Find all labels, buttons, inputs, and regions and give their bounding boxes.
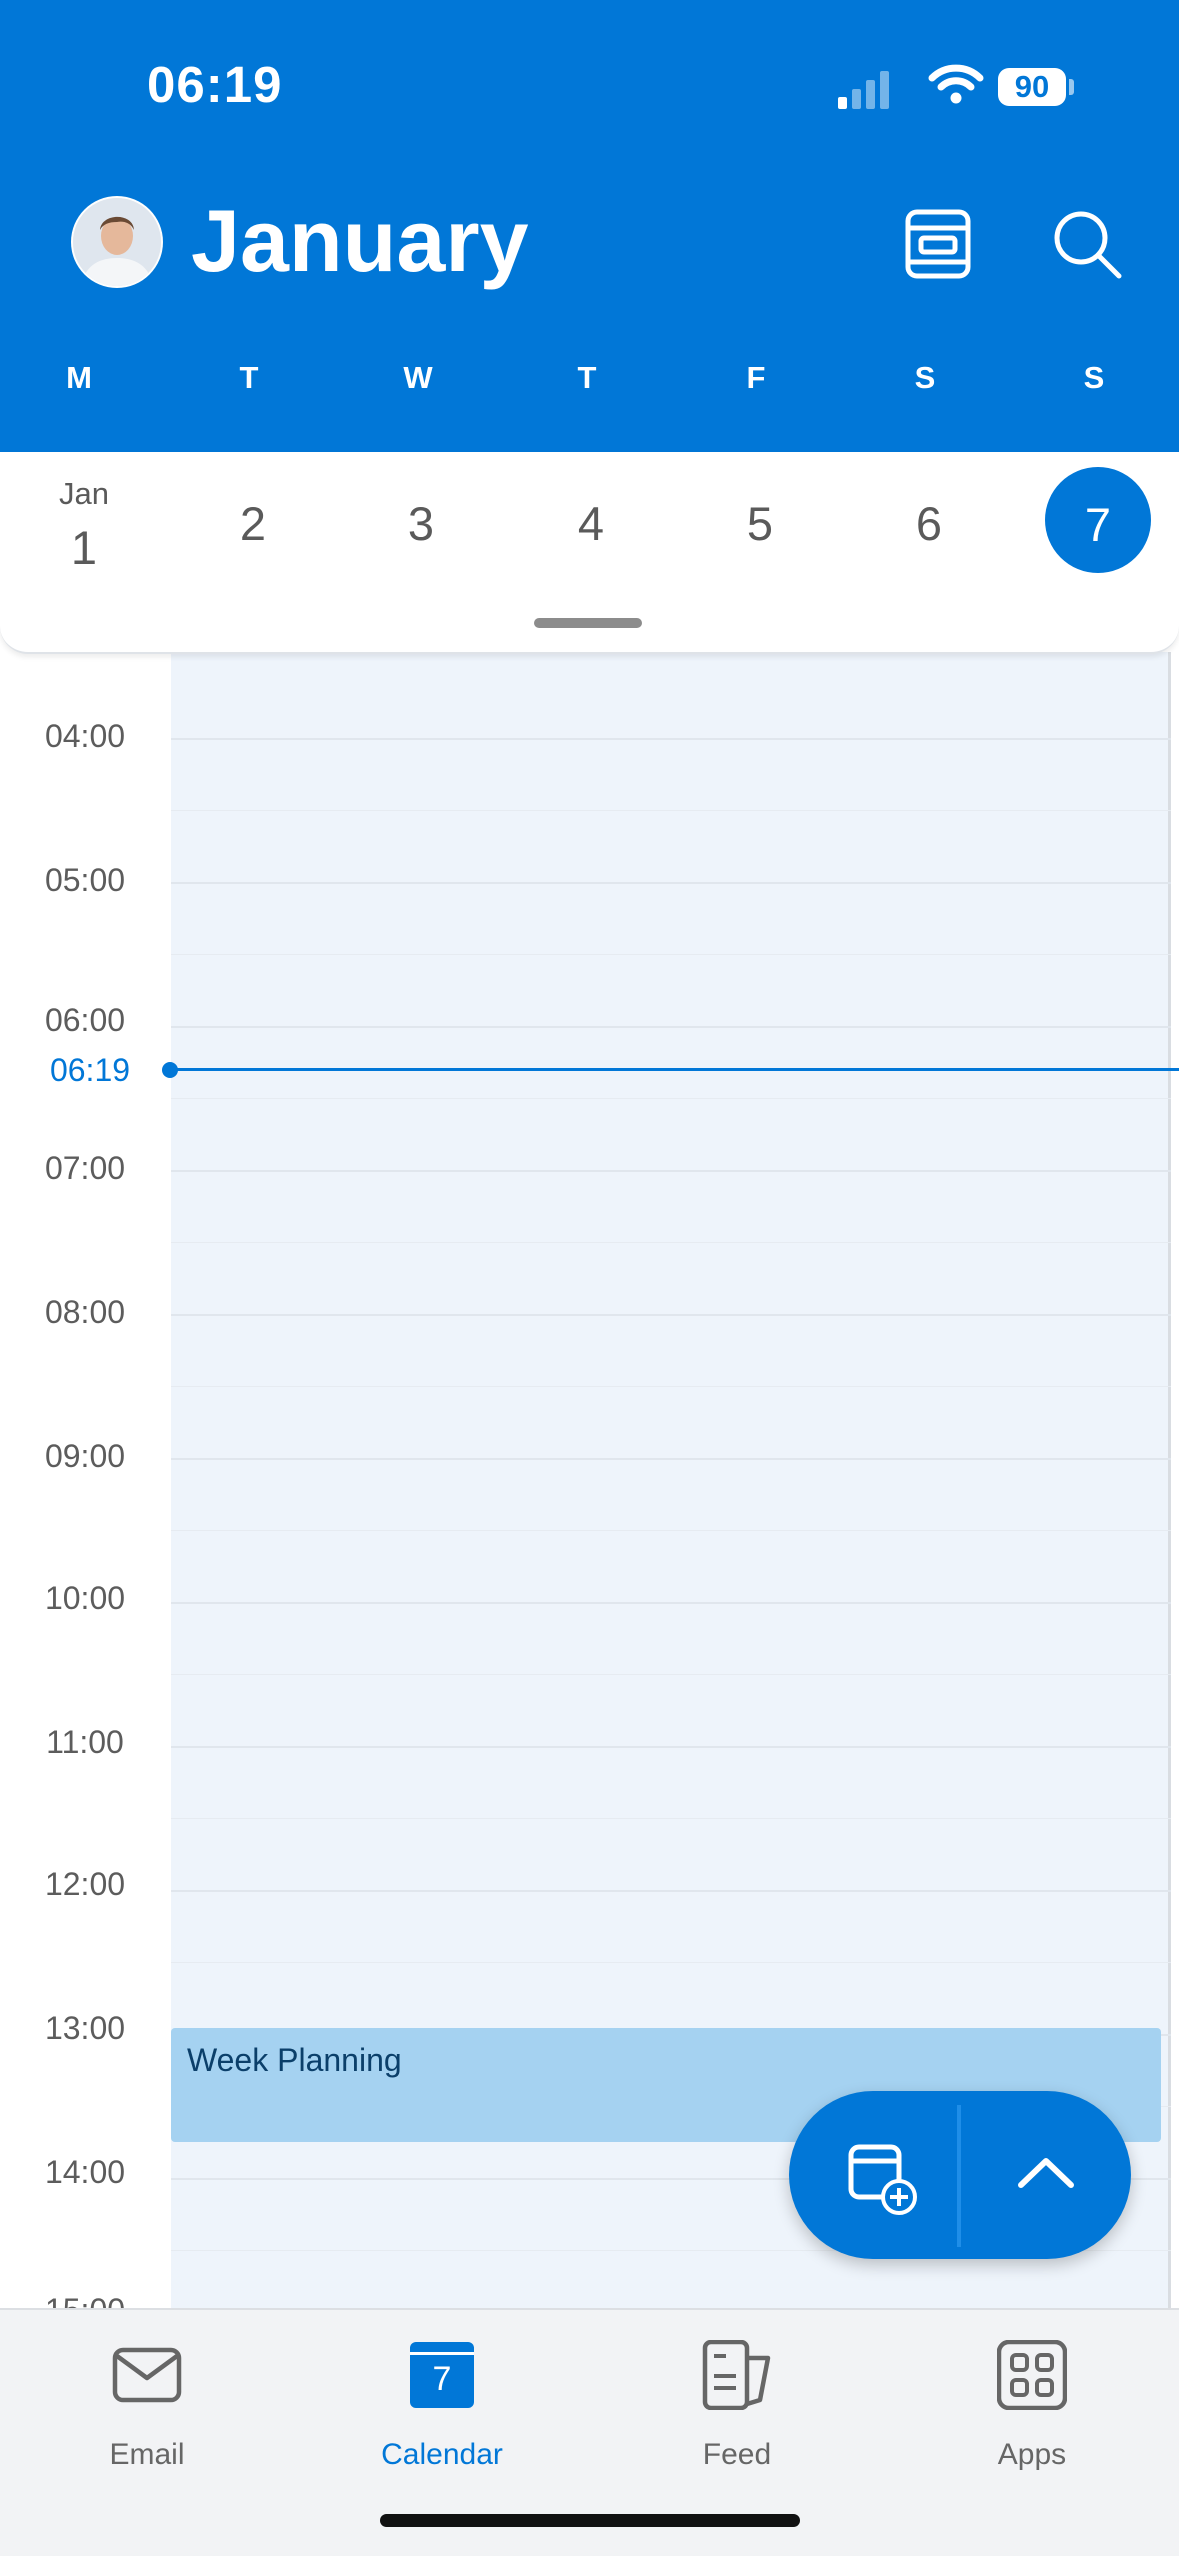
home-indicator[interactable] (380, 2514, 800, 2527)
tab-label: Calendar (381, 2438, 503, 2471)
avatar-photo (73, 198, 161, 286)
weekday-label: T (577, 360, 597, 395)
weekday-label: M (66, 360, 92, 395)
week-date-strip: Jan 1 2 3 4 5 6 7 (0, 452, 1179, 654)
hour-label: 05:00 (44, 862, 126, 898)
hour-label: 12:00 (44, 1866, 126, 1902)
hour-gridline (171, 738, 1171, 740)
hour-label: 14:00 (44, 2154, 126, 2190)
date-number: 4 (577, 497, 605, 550)
weekday-label: W (403, 360, 433, 395)
half-hour-gridline (171, 954, 1171, 955)
tab-calendar[interactable]: 7 Calendar (332, 2330, 552, 2480)
apps-grid-icon (997, 2340, 1067, 2410)
hour-label: 11:00 (46, 1724, 124, 1760)
tab-label: Apps (997, 2438, 1067, 2471)
date-cell[interactable]: 4 (536, 452, 646, 592)
weekday-label: S (1083, 360, 1105, 395)
date-cell[interactable]: 3 (366, 452, 476, 592)
half-hour-gridline (171, 1818, 1171, 1819)
tab-label: Email (109, 2438, 185, 2471)
month-title[interactable]: January (191, 190, 529, 292)
new-event-button[interactable] (789, 2091, 957, 2259)
status-icons: 90 (838, 60, 1088, 115)
day-timeline[interactable]: 04:00 05:00 06:00 07:00 08:00 09:00 10:0… (0, 652, 1179, 2308)
cellular-signal-icon (838, 71, 889, 109)
tab-feed[interactable]: Feed (627, 2330, 847, 2480)
tab-label: Feed (702, 2438, 772, 2471)
half-hour-gridline (171, 1242, 1171, 1243)
date-cell-selected[interactable]: 7 (1043, 452, 1153, 592)
date-cell[interactable]: 6 (874, 452, 984, 592)
hour-gridline (171, 1026, 1171, 1028)
hour-label: 06:00 (44, 1002, 126, 1038)
hour-gridline (171, 1458, 1171, 1460)
status-time: 06:19 (147, 56, 283, 113)
hour-label: 09:00 (44, 1438, 126, 1474)
hour-gridline (171, 1602, 1171, 1604)
expand-options-button[interactable] (961, 2091, 1131, 2259)
hour-gridline (171, 882, 1171, 884)
envelope-icon (112, 2347, 182, 2403)
scroll-edge (1168, 652, 1171, 2308)
current-time-line (171, 1068, 1179, 1071)
hour-gridline (171, 1314, 1171, 1316)
date-number: 7 (1084, 498, 1112, 551)
app-header: 06:19 90 January M T W T F S S (0, 0, 1179, 452)
hour-label: 15:00 (10, 2292, 160, 2308)
date-month-label: Jan (59, 476, 109, 511)
feed-icon (702, 2340, 771, 2410)
date-cell[interactable]: Jan 1 (29, 452, 139, 592)
search-button[interactable] (1043, 200, 1133, 290)
half-hour-gridline (171, 1674, 1171, 1675)
date-number: 3 (407, 497, 435, 550)
weekday-label: T (239, 360, 259, 395)
wifi-icon (928, 64, 984, 104)
event-title: Week Planning (187, 2042, 402, 2078)
battery-indicator: 90 (998, 68, 1066, 106)
tab-apps[interactable]: Apps (922, 2330, 1142, 2480)
chevron-up-icon (1018, 2158, 1074, 2188)
tab-email[interactable]: Email (37, 2330, 257, 2480)
date-cell[interactable]: 5 (705, 452, 815, 592)
avatar[interactable] (71, 196, 163, 288)
weekday-label: F (746, 360, 766, 395)
half-hour-gridline (171, 1962, 1171, 1963)
hour-label: 13:00 (44, 2010, 126, 2046)
date-cell[interactable]: 2 (198, 452, 308, 592)
weekday-header-row: M T W T F S S (0, 360, 1179, 400)
hour-label: 08:00 (44, 1294, 126, 1330)
half-hour-gridline (171, 810, 1171, 811)
date-number: 5 (746, 497, 774, 550)
floating-action-button (789, 2091, 1131, 2259)
weekday-label: S (914, 360, 936, 395)
date-number: 6 (915, 497, 943, 550)
hour-label: 04:00 (44, 718, 126, 754)
half-hour-gridline (171, 1098, 1171, 1099)
half-hour-gridline (171, 1530, 1171, 1531)
new-event-icon (848, 2144, 917, 2215)
hour-label: 07:00 (44, 1150, 126, 1186)
date-number: 2 (239, 497, 267, 550)
calendar-tab-badge: 7 (432, 2360, 452, 2398)
battery-nub (1069, 79, 1074, 95)
hour-gridline (171, 1746, 1171, 1748)
day-view-toggle-button[interactable] (893, 200, 983, 290)
day-view-icon (905, 209, 971, 279)
drag-handle[interactable] (534, 618, 642, 628)
hour-gridline (171, 1890, 1171, 1892)
search-icon (1054, 211, 1122, 279)
current-time-label: 06:19 (49, 1052, 131, 1088)
hour-gridline (171, 1170, 1171, 1172)
hour-label: 10:00 (44, 1580, 126, 1616)
date-number: 1 (70, 521, 98, 574)
half-hour-gridline (171, 1386, 1171, 1387)
